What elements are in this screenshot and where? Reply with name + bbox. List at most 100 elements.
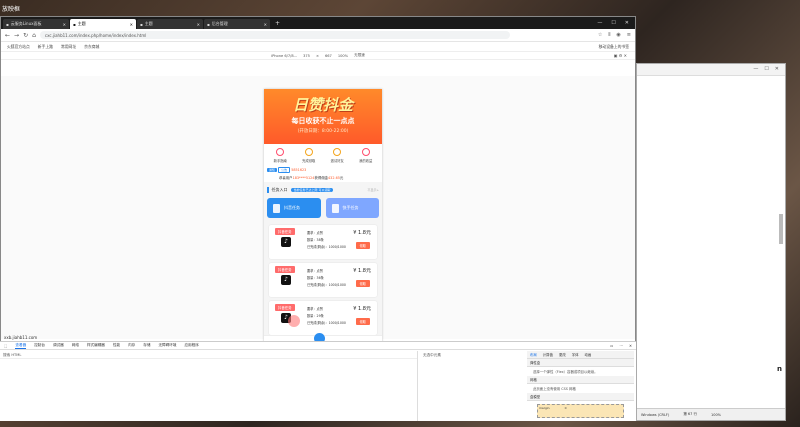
- task-entry-header: 任务入口 当前任务已达上限 可以领取 不显示+: [264, 182, 382, 195]
- more-icon[interactable]: ⋯: [619, 344, 623, 348]
- icon-claim[interactable]: 完成领取: [302, 148, 315, 163]
- icon-earnings[interactable]: 我的收益: [359, 148, 372, 163]
- line-number: 第 67 行: [683, 412, 697, 416]
- close-icon[interactable]: ✕: [775, 66, 779, 73]
- maximize-icon[interactable]: ☐: [764, 66, 768, 73]
- reload-icon[interactable]: ↻: [23, 32, 28, 39]
- maximize-icon[interactable]: ☐: [611, 20, 615, 26]
- back-icon[interactable]: ←: [5, 32, 10, 39]
- background-window[interactable]: — ☐ ✕ n Windows (CRLF) 第 67 行 100%: [636, 63, 786, 421]
- touch-cursor: [288, 315, 300, 327]
- device-select[interactable]: iPhone 6/7/8...: [271, 54, 297, 58]
- more-link[interactable]: 不显示+: [367, 188, 379, 192]
- minimize-icon[interactable]: —: [597, 20, 602, 26]
- icon-label: 完成领取: [302, 159, 316, 163]
- bookmark-item[interactable]: 常用网址: [61, 44, 76, 50]
- home-icon[interactable]: ⌂: [32, 32, 36, 39]
- task-card: 抖音任务 ♪ 要求：点赞 数量：38条 已完成(剩余)：1000/1000 ¥ 1.…: [269, 225, 377, 259]
- douyin-entry[interactable]: 抖音任务: [267, 198, 321, 218]
- library-icon[interactable]: ⫴: [608, 32, 610, 38]
- zoom-level: 100%: [711, 412, 722, 417]
- forward-icon[interactable]: →: [14, 32, 19, 39]
- grid-header[interactable]: 网格: [527, 376, 634, 384]
- device-width[interactable]: 375: [303, 54, 310, 58]
- zoom-select[interactable]: 100%: [338, 54, 348, 58]
- rules-panel: 无选中元素: [419, 351, 527, 421]
- screenshot-icon[interactable]: ▣: [614, 53, 618, 58]
- devtools-tab[interactable]: 调试器: [53, 343, 64, 348]
- icon-guide[interactable]: 新手指南: [274, 148, 287, 163]
- task-count: 数量：36条: [307, 276, 324, 280]
- devtools-tab[interactable]: 无障碍环境: [158, 343, 176, 348]
- bookmark-item[interactable]: 京东商城: [84, 44, 99, 50]
- notice-amount: 432.65: [328, 176, 340, 180]
- icon-invite[interactable]: 邀请好友: [331, 148, 344, 163]
- task-req: 要求：点赞: [307, 231, 323, 235]
- task-tag: 抖音任务: [275, 228, 295, 235]
- tab-4[interactable]: ▪ 后台管理 ✕: [204, 19, 270, 29]
- bookmark-item[interactable]: 新手上路: [38, 44, 53, 50]
- menu-icon[interactable]: ≡: [627, 32, 631, 38]
- tab-3[interactable]: ▪ 主题 ✕: [137, 19, 203, 29]
- box-value[interactable]: 0: [565, 406, 567, 410]
- throttle-select[interactable]: 无限速: [354, 53, 365, 58]
- device-height[interactable]: 667: [325, 54, 332, 58]
- layout-tab[interactable]: 计算值: [543, 352, 553, 357]
- layout-tab[interactable]: 更改: [559, 352, 566, 357]
- close-icon[interactable]: ✕: [624, 53, 627, 58]
- tiktok-icon: ♪: [281, 275, 291, 285]
- devtools-tab[interactable]: 存储: [143, 343, 150, 348]
- responsive-icon[interactable]: ▭: [610, 344, 613, 348]
- devtools-tab[interactable]: 控制台: [34, 343, 45, 348]
- tab-2[interactable]: ▪ 主题 ✕: [70, 19, 136, 29]
- layout-tab[interactable]: 字体: [572, 352, 579, 357]
- mobile-bookmarks[interactable]: 移动设备上的书签: [599, 44, 629, 50]
- close-icon[interactable]: ✕: [629, 344, 632, 348]
- layout-tab[interactable]: 布局: [530, 352, 537, 357]
- tab-1[interactable]: ▪ 云服务Linux面板 ✕: [3, 19, 69, 29]
- quick-icons: 新手指南 完成领取 邀请好友 我的收益: [264, 144, 382, 165]
- limit-badge: 当前任务已达上限 可以领取: [290, 188, 334, 192]
- close-icon[interactable]: ✕: [63, 22, 66, 27]
- bg-window-statusbar: Windows (CRLF) 第 67 行 100%: [637, 408, 785, 420]
- search-html-input[interactable]: 搜索 HTML: [0, 351, 417, 359]
- claim-button[interactable]: 领取: [355, 318, 370, 325]
- devtools-tab[interactable]: 内存: [128, 343, 135, 348]
- star-icon[interactable]: ☆: [598, 32, 602, 38]
- kuaishou-entry[interactable]: 快手任务: [325, 198, 379, 218]
- close-icon[interactable]: ✕: [197, 22, 200, 27]
- new-tab-button[interactable]: +: [271, 19, 284, 29]
- bookmarks-bar: 火狐官方站点 新手上路 常用网址 京东商城 移动设备上的书签: [1, 42, 635, 52]
- devtools-tab[interactable]: 应用程序: [184, 343, 198, 348]
- close-icon[interactable]: ✕: [264, 22, 267, 27]
- notice-pill[interactable]: 通知: [267, 168, 278, 172]
- devtools-tab[interactable]: 查看器: [15, 343, 27, 349]
- bookmark-item[interactable]: 火狐官方站点: [7, 44, 30, 50]
- tab-label: 后台管理: [211, 21, 228, 26]
- task-req: 要求：点赞: [307, 307, 323, 311]
- task-done: 已完成(剩余)：1000/1000: [307, 245, 346, 249]
- minimize-icon[interactable]: —: [753, 66, 758, 73]
- account-icon[interactable]: ◉: [616, 32, 620, 38]
- inspect-icon[interactable]: ⬚: [4, 344, 7, 348]
- page-icon: ▪: [207, 21, 210, 27]
- bg-window-titlebar[interactable]: — ☐ ✕: [637, 64, 785, 76]
- devtools-tab[interactable]: 样式编辑器: [87, 343, 105, 348]
- claim-button[interactable]: 领取: [355, 280, 370, 287]
- address-bar[interactable]: cxc.jiahb11.com/index.php/home/index/ind…: [39, 31, 510, 39]
- notice-pill[interactable]: 公告: [278, 167, 291, 173]
- claim-button[interactable]: 领取: [355, 242, 370, 249]
- layout-tab[interactable]: 动画: [585, 352, 592, 357]
- devtools-tab[interactable]: 网络: [72, 343, 79, 348]
- bg-window-scrollbar[interactable]: [779, 214, 783, 244]
- entry-label: 快手任务: [342, 205, 359, 210]
- task-tag: 抖音任务: [275, 266, 295, 273]
- boxmodel-header[interactable]: 盒模型: [527, 393, 634, 401]
- flexbox-header[interactable]: 弹性盒: [527, 359, 634, 367]
- settings-icon[interactable]: ⚙: [619, 53, 623, 58]
- page-icon: ▪: [73, 21, 76, 27]
- close-icon[interactable]: ✕: [130, 22, 133, 27]
- close-icon[interactable]: ✕: [625, 20, 629, 26]
- tab-label: 主题: [144, 21, 153, 26]
- devtools-tab[interactable]: 性能: [113, 343, 120, 348]
